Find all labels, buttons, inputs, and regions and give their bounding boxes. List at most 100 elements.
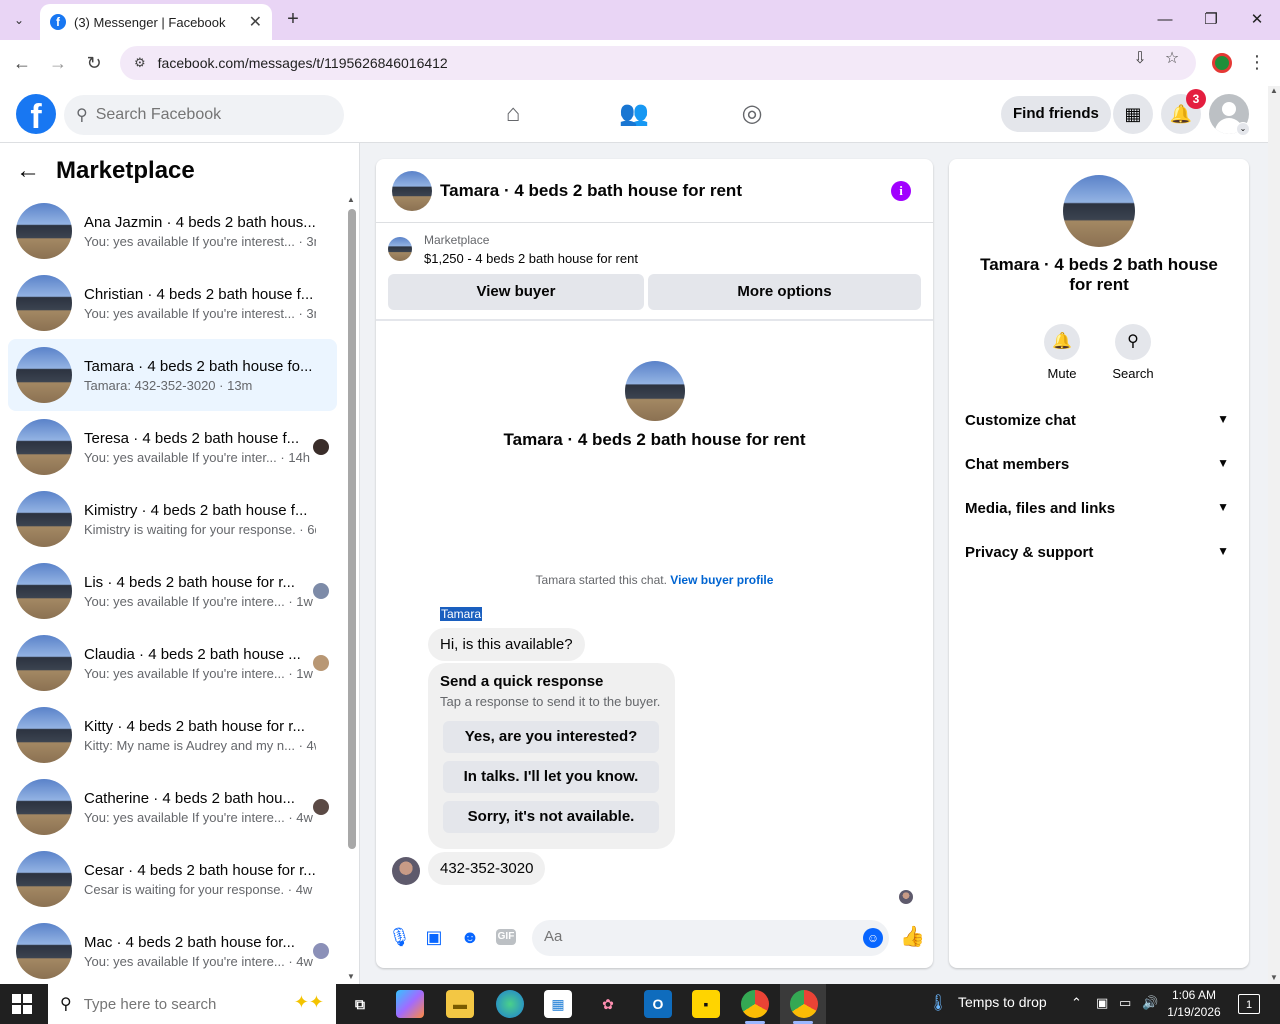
- back-arrow-icon[interactable]: ←: [16, 157, 40, 185]
- close-window-button[interactable]: ✕: [1234, 6, 1280, 34]
- browser-menu-icon[interactable]: ⋮: [1248, 52, 1266, 73]
- search-icon[interactable]: ⚲: [1115, 324, 1151, 360]
- scrollbar-thumb[interactable]: [348, 209, 356, 849]
- task-view-icon[interactable]: ⧉: [346, 990, 374, 1018]
- app-icon[interactable]: ✿: [594, 990, 622, 1018]
- privacy-support-section[interactable]: Privacy & support ▼: [965, 544, 1233, 568]
- conversation-snippet: You: yes available If you're intere... ·…: [84, 809, 313, 825]
- thumbs-up-icon[interactable]: 👍: [900, 926, 925, 948]
- listing-avatar[interactable]: [1063, 175, 1135, 247]
- view-buyer-button[interactable]: View buyer: [388, 274, 644, 310]
- store-icon[interactable]: ▦: [544, 990, 572, 1018]
- home-icon[interactable]: ⌂: [499, 100, 527, 128]
- weather-text[interactable]: Temps to drop: [958, 994, 1047, 1010]
- account-chevron-icon[interactable]: ⌄: [1236, 122, 1250, 136]
- scroll-up-arrow-icon[interactable]: ▲: [347, 195, 355, 204]
- sticker-icon[interactable]: ☻: [460, 926, 480, 948]
- more-options-button[interactable]: More options: [648, 274, 921, 310]
- emoji-icon[interactable]: ☺: [863, 928, 883, 948]
- find-friends-button[interactable]: Find friends: [1001, 96, 1111, 132]
- customize-chat-section[interactable]: Customize chat ▼: [965, 412, 1233, 436]
- conversation-item[interactable]: Mac · 4 beds 2 bath house for... You: yes…: [8, 915, 337, 987]
- chrome-icon[interactable]: [790, 990, 818, 1018]
- scroll-down-arrow-icon[interactable]: ▼: [1268, 973, 1280, 982]
- conversation-item[interactable]: Ana Jazmin · 4 beds 2 bath hous... You: y…: [8, 195, 337, 267]
- taskbar-search-input[interactable]: [83, 995, 254, 1013]
- chat-members-section[interactable]: Chat members ▼: [965, 456, 1233, 480]
- new-tab-button[interactable]: +: [282, 8, 304, 30]
- conversation-item[interactable]: Catherine · 4 beds 2 bath hou... You: yes…: [8, 771, 337, 843]
- chat-avatar[interactable]: [392, 170, 432, 211]
- bookmark-star-icon[interactable]: ☆: [1159, 46, 1185, 72]
- sender-avatar[interactable]: [392, 857, 420, 885]
- facebook-search-input[interactable]: [95, 106, 316, 124]
- conversation-item[interactable]: Cesar · 4 beds 2 bath house for r... Cesa…: [8, 843, 337, 915]
- groups-icon[interactable]: ◎: [738, 100, 766, 128]
- search-action[interactable]: ⚲ Search: [1103, 324, 1163, 381]
- windows-start-icon[interactable]: [12, 994, 32, 1014]
- site-info-icon[interactable]: ⚙: [134, 55, 146, 71]
- view-buyer-profile-link[interactable]: View buyer profile: [670, 573, 773, 587]
- edge-icon[interactable]: [496, 990, 524, 1018]
- notification-center-icon[interactable]: 1: [1238, 994, 1260, 1014]
- forward-button[interactable]: →: [45, 50, 71, 76]
- copilot-icon[interactable]: [396, 990, 424, 1018]
- conversation-item[interactable]: Christian · 4 beds 2 bath house f... You:…: [8, 267, 337, 339]
- photo-icon[interactable]: ▣: [424, 926, 444, 948]
- search-label: Search: [1112, 366, 1154, 381]
- scroll-down-arrow-icon[interactable]: ▼: [347, 972, 355, 981]
- menu-grid-icon[interactable]: ▦: [1113, 94, 1153, 134]
- close-tab-icon[interactable]: ✕: [249, 12, 262, 32]
- facebook-logo-icon[interactable]: f: [16, 94, 56, 134]
- back-button[interactable]: ←: [9, 50, 35, 76]
- conversation-item[interactable]: Teresa · 4 beds 2 bath house f... You: ye…: [8, 411, 337, 483]
- restore-button[interactable]: ❐: [1188, 6, 1234, 34]
- system-clock[interactable]: 1:06 AM 1/19/2026: [1166, 987, 1222, 1021]
- scroll-up-arrow-icon[interactable]: ▲: [1268, 86, 1280, 95]
- volume-icon[interactable]: 🔊: [1142, 995, 1158, 1011]
- message-input[interactable]: [544, 928, 844, 945]
- page-scrollbar[interactable]: ▲ ▼: [1268, 86, 1280, 984]
- browser-tab[interactable]: f (3) Messenger | Facebook ✕: [40, 4, 272, 40]
- conversation-snippet: You: yes available If you're interest...…: [84, 305, 316, 321]
- gif-icon[interactable]: GIF: [496, 929, 516, 945]
- conversation-item[interactable]: Kimistry · 4 beds 2 bath house f... Kimis…: [8, 483, 337, 555]
- media-files-links-section[interactable]: Media, files and links ▼: [965, 500, 1233, 524]
- outlook-icon[interactable]: O: [644, 990, 672, 1018]
- sticky-notes-icon[interactable]: ▪: [692, 990, 720, 1018]
- taskbar-search[interactable]: ⚲ ✦✦: [48, 984, 336, 1024]
- tray-device-icon[interactable]: ▣: [1096, 995, 1108, 1011]
- file-explorer-icon[interactable]: ▬: [446, 990, 474, 1018]
- listing-thumbnail[interactable]: [388, 237, 412, 261]
- message-input-box[interactable]: ☺: [532, 920, 889, 956]
- chrome-profile-a-icon[interactable]: [741, 990, 769, 1018]
- conversation-item[interactable]: Lis · 4 beds 2 bath house for r... You: y…: [8, 555, 337, 627]
- microphone-icon[interactable]: 🎙: [388, 926, 411, 948]
- conversation-item[interactable]: Tamara · 4 beds 2 bath house fo... Tamara…: [8, 339, 337, 411]
- quick-reply-yes-button[interactable]: Yes, are you interested?: [443, 721, 659, 753]
- tray-chevron-icon[interactable]: ⌃: [1071, 995, 1082, 1011]
- chat-title[interactable]: Tamara · 4 beds 2 bath house for rent: [440, 181, 742, 201]
- conversation-name: Teresa · 4 beds 2 bath house f...: [84, 429, 300, 447]
- mute-action[interactable]: 🔔 Mute: [1032, 324, 1092, 381]
- bell-icon[interactable]: 🔔: [1044, 324, 1080, 360]
- conversation-info-icon[interactable]: i: [891, 181, 911, 201]
- quick-reply-in-talks-button[interactable]: In talks. I'll let you know.: [443, 761, 659, 793]
- address-bar[interactable]: ⚙ facebook.com/messages/t/11956268460164…: [120, 46, 1196, 80]
- tab-search-button[interactable]: ⌄: [6, 8, 32, 32]
- reload-button[interactable]: ↻: [81, 50, 107, 76]
- quick-response-title: Send a quick response: [440, 673, 604, 690]
- conversation-item[interactable]: Claudia · 4 beds 2 bath house ... You: ye…: [8, 627, 337, 699]
- conversation-list-scrollbar[interactable]: ▲ ▼: [346, 195, 358, 981]
- quick-reply-not-available-button[interactable]: Sorry, it's not available.: [443, 801, 659, 833]
- network-icon[interactable]: ▭: [1119, 995, 1131, 1011]
- friends-icon[interactable]: 👥: [619, 100, 649, 128]
- conversation-name: Kimistry · 4 beds 2 bath house f...: [84, 501, 308, 519]
- conversation-item[interactable]: Kitty · 4 beds 2 bath house for r... Kitt…: [8, 699, 337, 771]
- listing-price-title[interactable]: $1,250 - 4 beds 2 bath house for rent: [424, 251, 638, 266]
- install-app-icon[interactable]: ⇩: [1127, 46, 1153, 72]
- facebook-search[interactable]: ⚲: [64, 95, 344, 135]
- extension-icon[interactable]: [1212, 53, 1232, 73]
- minimize-button[interactable]: —: [1142, 6, 1188, 34]
- conversation-snippet: You: yes available If you're interest...…: [84, 233, 316, 249]
